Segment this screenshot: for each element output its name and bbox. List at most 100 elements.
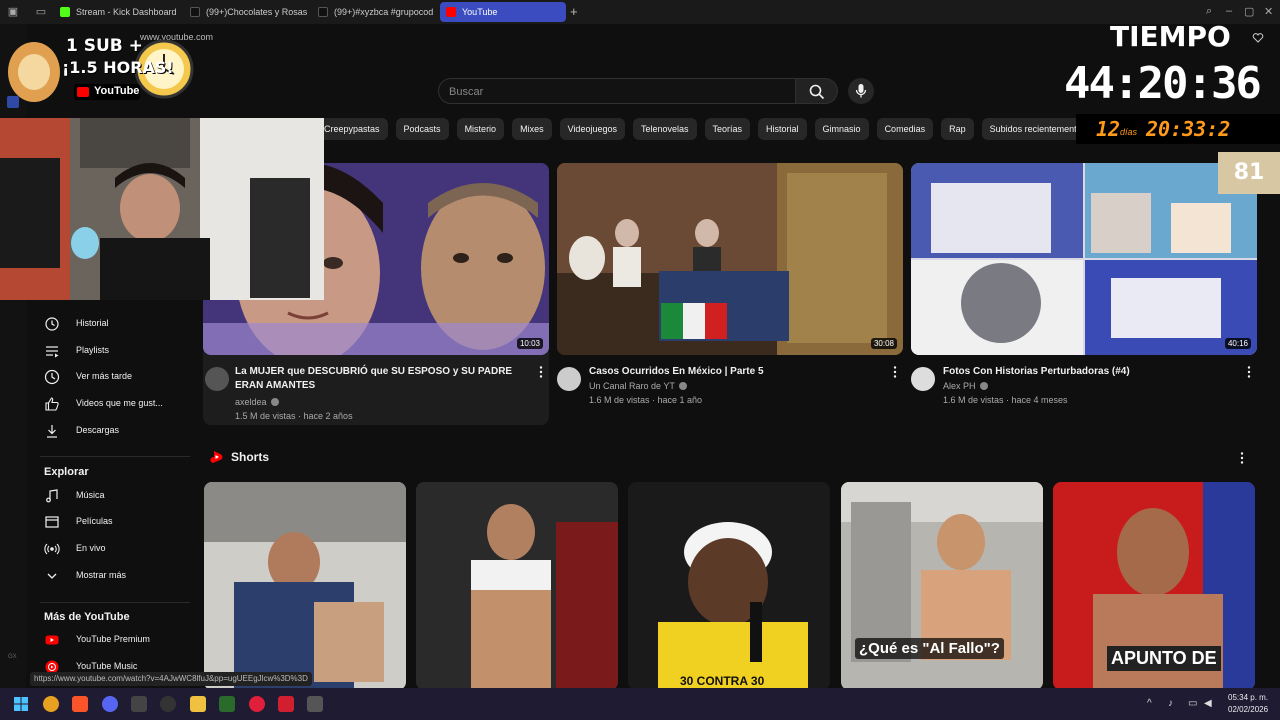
sidebar-item-label: YouTube Premium [76, 634, 150, 644]
video-meta: 1.5 M de vistas · hace 2 años [235, 411, 353, 421]
more-options-icon[interactable] [891, 365, 899, 379]
category-chips: Creepypastas Podcasts Misterio Mixes Vid… [316, 118, 1090, 140]
file-explorer-icon[interactable] [190, 696, 206, 712]
chip-gimnasio[interactable]: Gimnasio [814, 118, 869, 140]
countdown-days-label: días [1120, 127, 1138, 137]
sidebar-gx-icon[interactable]: GX [8, 654, 17, 660]
xbox-icon[interactable] [219, 696, 235, 712]
short-card[interactable] [416, 482, 618, 690]
chip-historial[interactable]: Historial [758, 118, 807, 140]
short-card[interactable] [204, 482, 406, 690]
voice-search-button[interactable] [848, 78, 874, 104]
opera-gx-icon[interactable] [249, 696, 265, 712]
chip-teorias[interactable]: Teorías [704, 118, 751, 140]
sidebar-item-movies[interactable]: Películas [28, 510, 200, 534]
app-coin-icon[interactable] [43, 696, 59, 712]
chip-telenovelas[interactable]: Telenovelas [632, 118, 697, 140]
tab-youtube[interactable]: YouTube [440, 2, 566, 22]
more-options-icon[interactable] [537, 365, 545, 379]
channel-avatar[interactable] [557, 367, 581, 391]
video-meta: 1.6 M de vistas · hace 4 meses [943, 395, 1068, 405]
search-icon [809, 84, 825, 100]
tray-volume-icon[interactable]: ◀ [1204, 698, 1212, 709]
close-icon[interactable]: ✕ [1264, 5, 1273, 18]
brave-browser-icon[interactable] [72, 696, 88, 712]
channel-name-text: Alex PH [943, 381, 976, 391]
tab-list-icon[interactable]: ▭ [34, 5, 48, 19]
chip-creepypastas[interactable]: Creepypastas [316, 118, 388, 140]
channel-name[interactable]: Un Canal Raro de YT [589, 381, 687, 391]
chip-videojuegos[interactable]: Videojuegos [559, 118, 625, 140]
sidebar-item-liked-videos[interactable]: Videos que me gust... [28, 392, 200, 416]
tray-chevron-up-icon[interactable]: ^ [1147, 698, 1152, 709]
video-duration: 30:08 [870, 338, 897, 349]
video-card[interactable]: 30:08 Casos Ocurridos En México | Parte … [557, 163, 903, 413]
link-status-url: https://www.youtube.com/watch?v=4AJwWC8l… [30, 672, 312, 686]
chip-comedias[interactable]: Comedias [876, 118, 934, 140]
chip-mixes[interactable]: Mixes [512, 118, 552, 140]
tray-mic-icon[interactable]: ♪ [1168, 698, 1173, 709]
channel-name-text: axeldea [235, 397, 267, 407]
app-grey-icon[interactable] [307, 696, 323, 712]
sidebar-item-live[interactable]: En vivo [28, 537, 200, 561]
sidebar-item-youtube-premium[interactable]: YouTube Premium [28, 628, 200, 652]
video-title[interactable]: Fotos Con Historias Perturbadoras (#4) [943, 365, 1243, 379]
windows-start-icon[interactable] [13, 696, 29, 712]
channel-name[interactable]: Alex PH [943, 381, 988, 391]
video-thumbnail[interactable]: 40:16 [911, 163, 1257, 355]
video-title[interactable]: La MUJER que DESCUBRIÓ que SU ESPOSO y S… [235, 365, 535, 393]
channel-avatar[interactable] [911, 367, 935, 391]
chip-subidos-recientemente[interactable]: Subidos recientemente [981, 118, 1090, 140]
sidebar-item-playlists[interactable]: Playlists [28, 339, 200, 363]
tray-network-icon[interactable]: ▭ [1188, 698, 1197, 709]
sidebar-item-label: En vivo [76, 543, 106, 553]
browser-menu-icon[interactable]: ▣ [6, 5, 20, 19]
channel-avatar[interactable] [205, 367, 229, 391]
short-card[interactable]: 30 CONTRA 30 [628, 482, 830, 690]
chip-rap[interactable]: Rap [941, 118, 974, 140]
channel-name[interactable]: axeldea [235, 397, 279, 407]
movies-icon [45, 516, 59, 528]
sidebar-show-more[interactable]: Mostrar más [28, 564, 200, 588]
maximize-icon[interactable]: ▢ [1244, 5, 1254, 18]
sidebar-divider [40, 456, 190, 457]
minimize-icon[interactable]: – [1226, 5, 1232, 17]
shorts-more-icon[interactable] [1238, 451, 1246, 465]
video-duration: 10:03 [516, 338, 543, 349]
obs-icon[interactable] [160, 696, 176, 712]
search-input[interactable] [449, 84, 779, 100]
tab-tiktok-2[interactable]: (99+)#xyzbca #grupocod [312, 2, 436, 22]
sidebar-item-watch-later[interactable]: Ver más tarde [28, 365, 200, 389]
stream-logo-overlay: 1 SUB + ¡1.5 HORAS! YouTube [4, 24, 194, 120]
youtube-icon [446, 7, 456, 17]
music-icon [46, 489, 58, 503]
guide-sidebar: Historial Playlists Ver más tarde Videos… [28, 300, 200, 688]
chip-misterio[interactable]: Misterio [456, 118, 505, 140]
tab-kick-dashboard[interactable]: Stream - Kick Dashboard [54, 2, 182, 22]
chip-podcasts[interactable]: Podcasts [395, 118, 449, 140]
tab-tiktok-1[interactable]: (99+)Chocolates y Rosas: [184, 2, 308, 22]
short-caption: 30 CONTRA 30 [680, 674, 765, 688]
search-button[interactable] [796, 78, 838, 104]
discord-icon[interactable] [102, 696, 118, 712]
sidebar-item-historial[interactable]: Historial [28, 312, 200, 336]
short-card[interactable]: APUNTO DE [1053, 482, 1255, 690]
video-card[interactable]: 40:16 Fotos Con Historias Perturbadoras … [911, 163, 1257, 413]
sidebar-item-downloads[interactable]: Descargas [28, 419, 200, 443]
clock-date: 02/02/2026 [1228, 705, 1269, 714]
new-tab-button[interactable]: + [570, 5, 578, 19]
shorts-icon [210, 451, 223, 463]
system-clock[interactable]: 05:34 p. m. 02/02/2026 [1228, 692, 1268, 716]
video-title[interactable]: Casos Ocurridos En México | Parte 5 [589, 365, 889, 379]
more-options-icon[interactable] [1245, 365, 1253, 379]
thumbnail-image [911, 163, 1257, 355]
short-card[interactable]: ¿Qué es "Al Fallo"? [841, 482, 1043, 690]
sidebar-item-label: Historial [76, 318, 109, 328]
sidebar-item-label: Videos que me gust... [76, 398, 163, 408]
app-red-icon[interactable] [278, 696, 294, 712]
search-tabs-icon[interactable]: ⌕ [1206, 5, 1212, 18]
store-icon[interactable] [131, 696, 147, 712]
video-thumbnail[interactable]: 30:08 [557, 163, 903, 355]
history-icon [45, 317, 59, 331]
sidebar-item-music[interactable]: Música [28, 484, 200, 508]
